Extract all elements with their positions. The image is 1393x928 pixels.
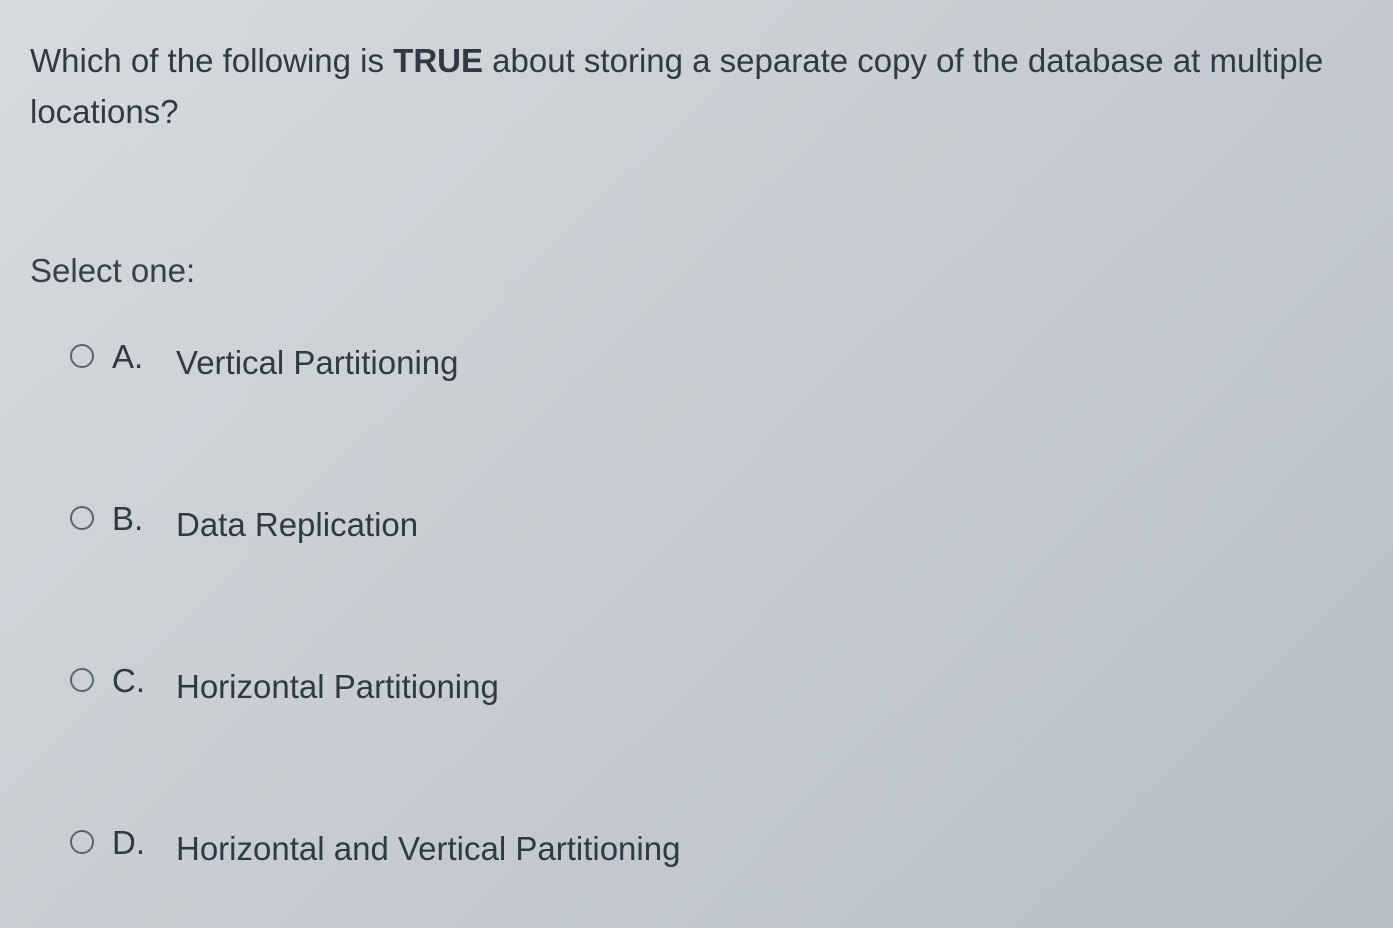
option-d[interactable]: D. Horizontal and Vertical Partitioning bbox=[70, 824, 1363, 868]
option-text: Data Replication bbox=[176, 506, 418, 543]
option-letter: D. bbox=[112, 824, 148, 862]
option-letter: A. bbox=[112, 338, 148, 376]
option-text: Horizontal and Vertical Partitioning bbox=[176, 830, 680, 867]
radio-icon[interactable] bbox=[70, 344, 94, 368]
radio-icon[interactable] bbox=[70, 506, 94, 530]
radio-icon[interactable] bbox=[70, 668, 94, 692]
select-one-label: Select one: bbox=[30, 252, 1363, 290]
option-text: Horizontal Partitioning bbox=[176, 668, 499, 705]
option-b[interactable]: B. Data Replication bbox=[70, 500, 1363, 544]
radio-icon[interactable] bbox=[70, 830, 94, 854]
option-letter: C. bbox=[112, 662, 148, 700]
question-text: Which of the following is TRUE about sto… bbox=[30, 35, 1363, 137]
option-a[interactable]: A. Vertical Partitioning bbox=[70, 338, 1363, 382]
question-bold: TRUE bbox=[393, 42, 483, 79]
option-letter: B. bbox=[112, 500, 148, 538]
question-prefix: Which of the following is bbox=[30, 42, 393, 79]
options-list: A. Vertical Partitioning B. Data Replica… bbox=[30, 338, 1363, 868]
option-c[interactable]: C. Horizontal Partitioning bbox=[70, 662, 1363, 706]
option-text: Vertical Partitioning bbox=[176, 344, 458, 381]
